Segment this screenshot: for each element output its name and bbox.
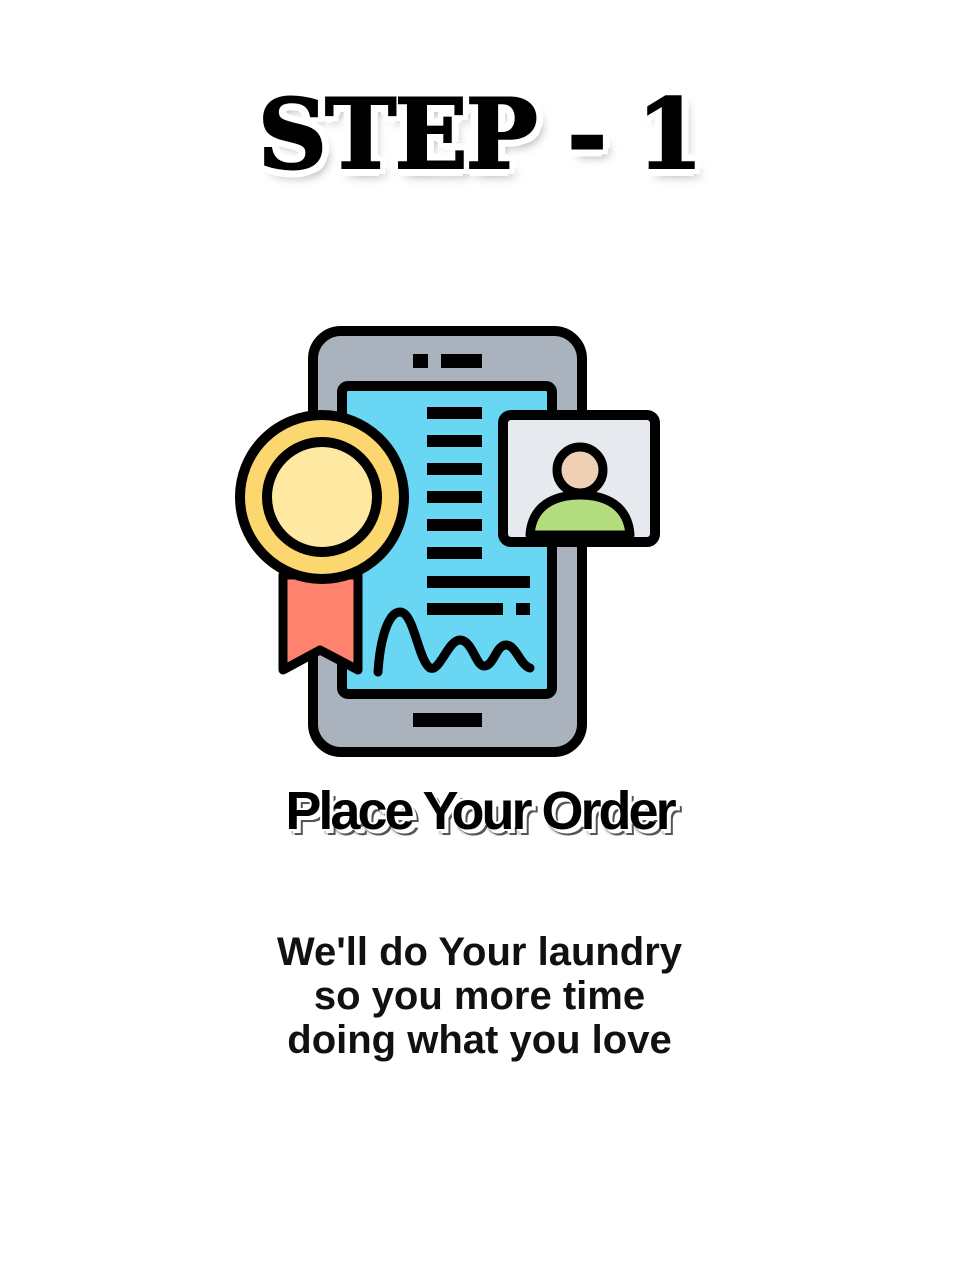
medal-center — [262, 437, 382, 557]
step-title: Place Your Order — [285, 781, 676, 841]
description-line: We'll do Your laundry — [276, 930, 683, 974]
phone-home-bar — [413, 713, 482, 727]
phone-camera — [413, 354, 428, 368]
phone-certificate-order-icon — [235, 326, 660, 757]
phone-speaker — [441, 354, 482, 368]
avatar-head — [552, 442, 608, 498]
description-line: so you more time — [313, 974, 646, 1018]
description-line: doing what you love — [287, 1018, 672, 1062]
step-description: We'll do Your laundry so you more time d… — [0, 930, 959, 1062]
avatar-body — [525, 490, 635, 540]
